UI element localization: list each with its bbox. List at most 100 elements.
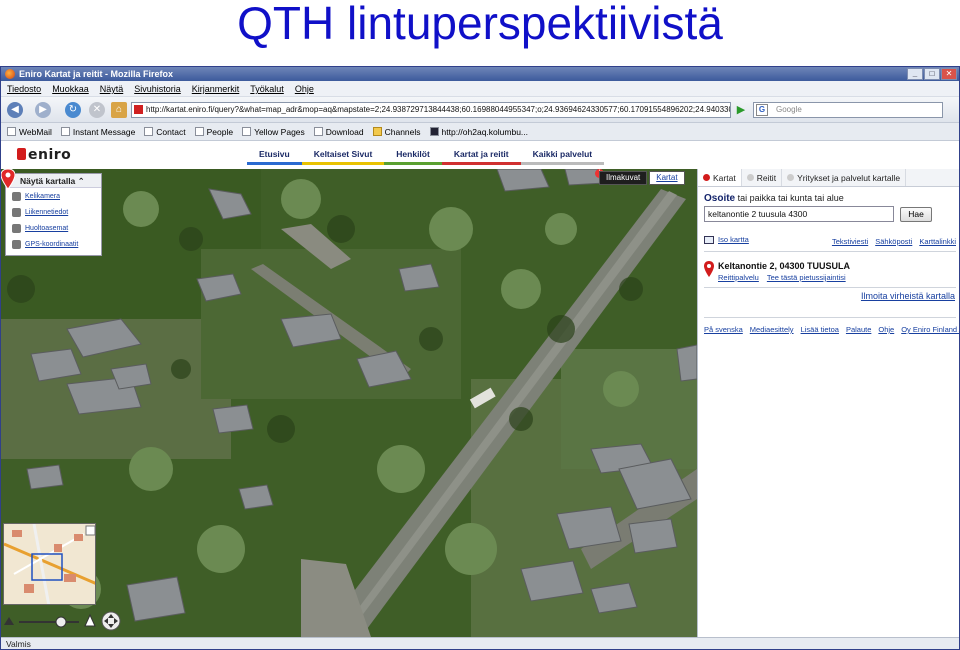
menu-ohje[interactable]: Ohje	[295, 81, 314, 96]
menu-bar: Tiedosto Muokkaa Näytä Sivuhistoria Kirj…	[1, 81, 959, 97]
map-link[interactable]: Karttalinkki	[919, 237, 956, 246]
side-tabs: Kartat Reitit Yritykset ja palvelut kart…	[698, 169, 959, 187]
menu-nayta[interactable]: Näytä	[100, 81, 124, 96]
address-input[interactable]: keltanontie 2 tuusula 4300	[704, 206, 894, 222]
aerial-map[interactable]: Näytä kartalla ⌃ Kelikamera Liikennetied…	[1, 169, 697, 637]
bookmark-oh2aq[interactable]: http://oh2aq.kolumbu...	[429, 123, 528, 140]
layer-panel-header[interactable]: Näytä kartalla ⌃	[6, 174, 101, 188]
layer-huoltoasemat[interactable]: Huoltoasemat	[6, 220, 101, 236]
overview-minimap[interactable]	[3, 523, 96, 605]
tab-yritykset[interactable]: Yritykset ja palvelut kartalle	[782, 169, 907, 186]
map-view-switch: Ilmakuvat Kartat	[599, 171, 685, 185]
bookmark-webmail[interactable]: WebMail	[7, 123, 52, 140]
search-placeholder: Google	[776, 105, 802, 114]
go-arrow-icon[interactable]: ▶	[734, 102, 748, 118]
firefox-icon	[5, 69, 15, 79]
page-icon	[7, 127, 16, 136]
eniro-logo-mark-icon	[17, 148, 26, 160]
footer-swedish[interactable]: På svenska	[704, 325, 743, 334]
forward-arrow-icon[interactable]: ▶	[35, 102, 51, 118]
url-bar[interactable]: http://kartat.eniro.fi/query?&what=map_a…	[131, 102, 731, 118]
pin-icon	[703, 174, 710, 181]
divider	[704, 251, 956, 252]
site-favicon-icon	[134, 105, 143, 114]
stop-icon[interactable]: ✕	[89, 102, 105, 118]
aerial-photo	[1, 169, 697, 637]
menu-muokkaa[interactable]: Muokkaa	[52, 81, 89, 96]
tab-henkilot[interactable]: Henkilöt	[384, 148, 442, 165]
layer-liikennetiedot[interactable]: Liikennetiedot	[6, 204, 101, 220]
result-links: Reittipalvelu Tee tästä pietussijaintisi	[718, 273, 846, 282]
close-button[interactable]: ✕	[941, 68, 957, 80]
route-service-link[interactable]: Reittipalvelu	[718, 273, 759, 282]
footer-company[interactable]: Oy Eniro Finland Ab	[901, 325, 959, 334]
big-map-link[interactable]: Iso kartta	[704, 235, 749, 244]
tab-keltaiset-sivut[interactable]: Keltaiset Sivut	[301, 148, 385, 165]
bookmark-download[interactable]: Download	[313, 123, 364, 140]
address-label: Osoite tai paikka tai kunta tai alue	[704, 193, 844, 204]
footer-feedback[interactable]: Palaute	[846, 325, 871, 334]
result-pin-icon	[704, 261, 714, 277]
zoom-control	[1, 609, 131, 633]
divider	[704, 287, 956, 288]
page-icon	[242, 127, 252, 136]
fuel-icon	[12, 223, 21, 233]
side-panel: Kartat Reitit Yritykset ja palvelut kart…	[697, 169, 959, 637]
window-controls: _ □ ✕	[907, 68, 957, 80]
bookmarks-toolbar: WebMail Instant Message Contact People Y…	[1, 123, 959, 141]
tab-reitit[interactable]: Reitit	[742, 169, 783, 186]
tab-kartat-ja-reitit[interactable]: Kartat ja reitit	[441, 148, 521, 165]
divider	[704, 317, 956, 318]
aerial-view-button[interactable]: Ilmakuvat	[599, 171, 648, 185]
search-button[interactable]: Hae	[900, 207, 932, 222]
tab-etusivu[interactable]: Etusivu	[247, 148, 302, 165]
report-errors-link[interactable]: Ilmoita virheistä kartalla	[861, 291, 955, 301]
bookmark-yellow-pages[interactable]: Yellow Pages	[242, 123, 305, 140]
maximize-button[interactable]: □	[924, 68, 940, 80]
route-icon	[746, 174, 754, 181]
browser-window: Eniro Kartat ja reitit - Mozilla Firefox…	[0, 66, 960, 650]
map-view-button[interactable]: Kartat	[649, 171, 685, 185]
menu-tyokalut[interactable]: Työkalut	[250, 81, 284, 96]
navigation-toolbar: ◀ ▶ ↻ ✕ ⌂ http://kartat.eniro.fi/query?&…	[1, 97, 959, 123]
tab-kartat[interactable]: Kartat	[698, 169, 742, 186]
zoom-slider[interactable]	[1, 609, 131, 633]
window-title: Eniro Kartat ja reitit - Mozilla Firefox	[19, 69, 174, 79]
reload-icon[interactable]: ↻	[65, 102, 81, 118]
layer-kelikamera[interactable]: Kelikamera	[6, 188, 101, 204]
expand-map-icon	[704, 236, 714, 244]
page-icon	[194, 127, 204, 136]
status-bar: Valmis	[1, 637, 959, 649]
result-address[interactable]: Keltanontie 2, 04300 TUUSULA	[718, 261, 850, 271]
bookmark-channels[interactable]: Channels	[372, 123, 421, 140]
footer-links: På svenska Mediaesittely Lisää tietoa Pa…	[704, 325, 959, 334]
bookmark-people[interactable]: People	[194, 123, 233, 140]
footer-help[interactable]: Ohje	[878, 325, 894, 334]
sms-link[interactable]: Tekstiviesti	[832, 237, 868, 246]
menu-kirjanmerkit[interactable]: Kirjanmerkit	[192, 81, 240, 96]
business-icon	[787, 174, 795, 181]
footer-info[interactable]: Lisää tietoa	[801, 325, 839, 334]
menu-sivuhistoria[interactable]: Sivuhistoria	[134, 81, 181, 96]
email-link[interactable]: Sähköposti	[875, 237, 912, 246]
slide-title: QTH lintuperspektiivistä	[237, 0, 723, 49]
bookmark-instant-message[interactable]: Instant Message	[60, 123, 135, 140]
page-content: eniro Etusivu Keltaiset Sivut Henkilöt K…	[1, 141, 959, 637]
terminal-icon	[429, 127, 439, 136]
window-titlebar: Eniro Kartat ja reitit - Mozilla Firefox…	[1, 67, 959, 81]
gps-icon	[12, 239, 21, 249]
back-arrow-icon[interactable]: ◀	[7, 102, 23, 118]
location-pin-icon[interactable]	[1, 169, 15, 189]
web-search-input[interactable]: G Google	[753, 102, 943, 118]
menu-tiedosto[interactable]: Tiedosto	[7, 81, 41, 96]
eniro-logo[interactable]: eniro	[17, 147, 77, 163]
url-text: http://kartat.eniro.fi/query?&what=map_a…	[146, 105, 731, 114]
set-location-link[interactable]: Tee tästä pietussijaintisi	[767, 273, 846, 282]
layer-gps-koordinaatit[interactable]: GPS-koordinaatit	[6, 236, 101, 252]
footer-media[interactable]: Mediaesittely	[750, 325, 794, 334]
bookmark-contact[interactable]: Contact	[144, 123, 186, 140]
home-icon[interactable]: ⌂	[111, 102, 127, 118]
tab-kaikki-palvelut[interactable]: Kaikki palvelut	[520, 148, 605, 165]
layer-panel: Näytä kartalla ⌃ Kelikamera Liikennetied…	[5, 173, 102, 256]
minimize-button[interactable]: _	[907, 68, 923, 80]
